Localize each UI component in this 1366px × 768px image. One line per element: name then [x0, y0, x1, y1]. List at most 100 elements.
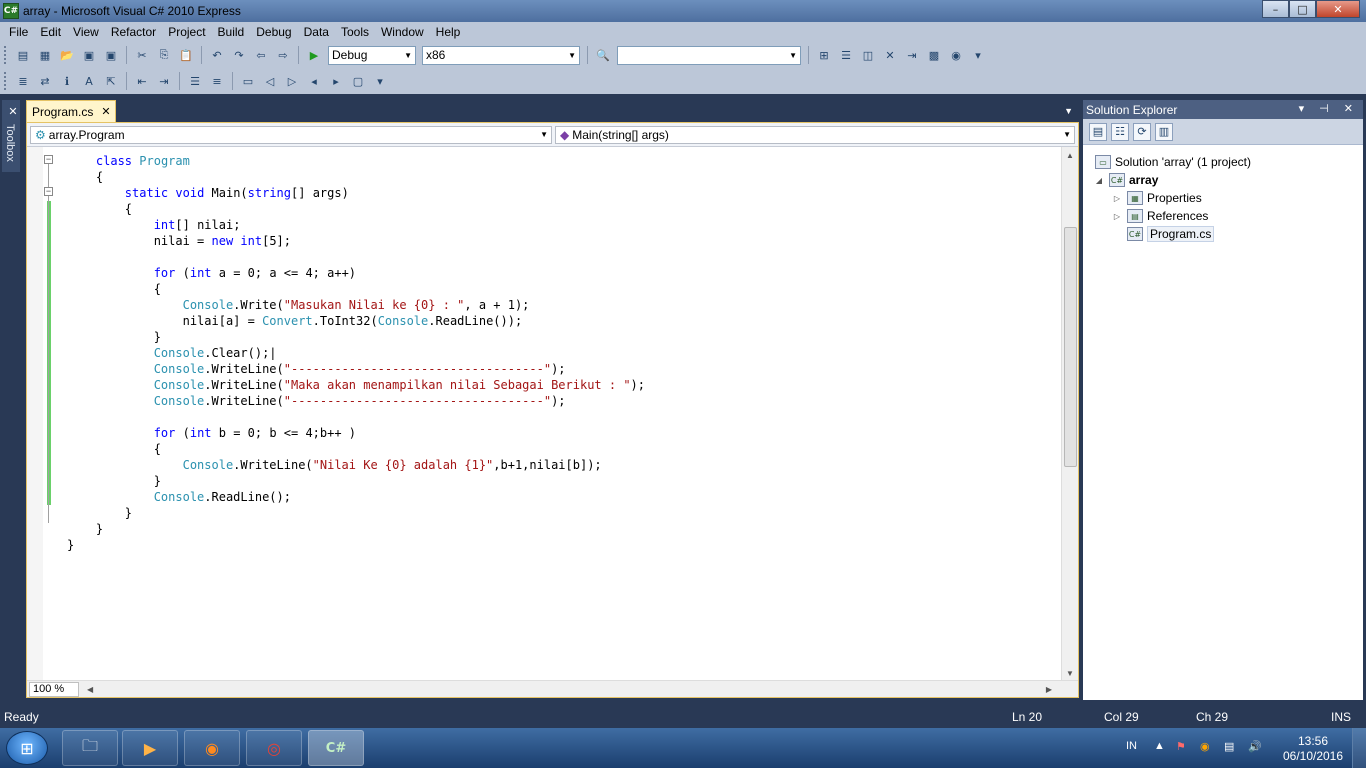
start-debugging-icon[interactable]: ▶ — [305, 46, 323, 64]
vertical-scrollbar[interactable]: ▲ ▼ — [1061, 147, 1078, 680]
taskbar-file-explorer[interactable]: 🗀 — [62, 730, 118, 766]
toolbar-options-icon[interactable]: ▾ — [969, 46, 987, 64]
code-line[interactable]: { — [67, 201, 132, 217]
start-page-icon[interactable]: ⇥ — [903, 46, 921, 64]
minimize-button[interactable]: – — [1262, 0, 1289, 18]
clear-bookmarks-icon[interactable]: ▢ — [349, 72, 367, 90]
output-window-icon[interactable]: ◉ — [947, 46, 965, 64]
tab-program-cs[interactable]: Program.cs ✕ — [26, 100, 116, 122]
input-language[interactable]: IN — [1126, 740, 1137, 768]
tree-node-references[interactable]: ▷ ▤ References — [1111, 207, 1208, 225]
menu-tools[interactable]: Tools — [335, 25, 375, 39]
taskbar-visual-csharp[interactable]: C# — [308, 730, 364, 766]
scroll-up-icon[interactable]: ▲ — [1066, 151, 1074, 160]
code-line[interactable]: static void Main(string[] args) — [67, 185, 349, 201]
expand-arrow-icon[interactable]: ▷ — [1111, 212, 1123, 221]
menu-refactor[interactable]: Refactor — [105, 25, 162, 39]
scroll-left-icon[interactable]: ◀ — [87, 685, 93, 694]
next-bookmark-icon[interactable]: ▷ — [283, 72, 301, 90]
active-files-dropdown-icon[interactable]: ▼ — [1064, 106, 1073, 116]
scroll-down-icon[interactable]: ▼ — [1066, 669, 1074, 678]
code-line[interactable]: Console.WriteLine("---------------------… — [67, 361, 566, 377]
previous-bookmark-icon[interactable]: ◁ — [261, 72, 279, 90]
previous-bookmark-in-folder-icon[interactable]: ◂ — [305, 72, 323, 90]
menu-view[interactable]: View — [67, 25, 105, 39]
tray-app-icon[interactable]: ◉ — [1200, 740, 1210, 768]
menu-edit[interactable]: Edit — [34, 25, 67, 39]
code-line[interactable]: { — [67, 441, 161, 457]
menu-project[interactable]: Project — [162, 25, 211, 39]
close-button[interactable]: ✕ — [1316, 0, 1360, 18]
tree-node-solution[interactable]: ▭ Solution 'array' (1 project) — [1095, 153, 1251, 171]
member-navigation-select[interactable]: ◆ Main(string[] args) ▼ — [555, 126, 1075, 144]
code-line[interactable]: { — [67, 169, 103, 185]
code-text-area[interactable]: class Program { static void Main(string[… — [43, 147, 1061, 680]
cut-icon[interactable]: ✂ — [133, 46, 151, 64]
toolbar-grip[interactable] — [4, 72, 8, 90]
solution-explorer-icon[interactable]: ⊞ — [815, 46, 833, 64]
maximize-button[interactable]: □ — [1289, 0, 1316, 18]
display-parameter-info-icon[interactable]: ⇄ — [36, 72, 54, 90]
scroll-right-icon[interactable]: ▶ — [1046, 685, 1052, 694]
toolbar-options-icon[interactable]: ▾ — [371, 72, 389, 90]
menu-window[interactable]: Window — [375, 25, 430, 39]
increase-indent-icon[interactable]: ⇥ — [155, 72, 173, 90]
find-in-files-icon[interactable]: 🔍 — [594, 46, 612, 64]
type-navigation-select[interactable]: ⚙ array.Program ▼ — [30, 126, 552, 144]
paste-icon[interactable]: 📋 — [177, 46, 195, 64]
show-hidden-icons-icon[interactable]: ▲ — [1154, 740, 1165, 768]
undo-icon[interactable]: ↶ — [208, 46, 226, 64]
volume-icon[interactable]: 🔊 — [1248, 740, 1262, 768]
comment-lines-icon[interactable]: ☰ — [186, 72, 204, 90]
open-file-icon[interactable]: 📂 — [58, 46, 76, 64]
decrease-indent-icon[interactable]: ⇤ — [133, 72, 151, 90]
tree-node-project[interactable]: ◢ C# array — [1093, 171, 1158, 189]
visual-csharp-app-icon[interactable]: C# — [3, 3, 19, 19]
extension-manager-icon[interactable]: ▩ — [925, 46, 943, 64]
save-icon[interactable]: ▣ — [80, 46, 98, 64]
save-all-icon[interactable]: ▣ — [102, 46, 120, 64]
redo-icon[interactable]: ↷ — [230, 46, 248, 64]
menu-build[interactable]: Build — [212, 25, 251, 39]
taskbar-chrome[interactable]: ◎ — [246, 730, 302, 766]
display-word-completion-icon[interactable]: A — [80, 72, 98, 90]
uncomment-lines-icon[interactable]: ≡ — [208, 72, 226, 90]
navigate-forward-icon[interactable]: ⇨ — [274, 46, 292, 64]
display-quick-info-icon[interactable]: ℹ — [58, 72, 76, 90]
code-line[interactable]: for (int b = 0; b <= 4;b++ ) — [67, 425, 356, 441]
code-line[interactable]: class Program — [67, 153, 190, 169]
network-icon[interactable]: ▤ — [1224, 740, 1234, 768]
code-line[interactable]: Console.WriteLine("Maka akan menampilkan… — [67, 377, 645, 393]
show-desktop-button[interactable] — [1352, 728, 1366, 768]
collapse-arrow-icon[interactable]: ◢ — [1093, 176, 1105, 185]
toolbox-icon[interactable]: ✕ — [881, 46, 899, 64]
show-all-files-icon[interactable]: ▤ — [1089, 122, 1107, 141]
taskbar-media-player[interactable]: ▶ — [122, 730, 178, 766]
solution-configuration-select[interactable]: Debug ▼ — [328, 45, 416, 65]
action-center-icon[interactable]: ⚑ — [1176, 740, 1186, 768]
code-line[interactable]: Console.WriteLine("Nilai Ke {0} adalah {… — [67, 457, 602, 473]
panel-window-buttons[interactable]: ▾ ⊣ ✕ — [1299, 102, 1359, 115]
expand-arrow-icon[interactable]: ▷ — [1111, 194, 1123, 203]
code-line[interactable]: } — [67, 329, 161, 345]
new-project-icon[interactable]: ▤ — [14, 46, 32, 64]
start-button[interactable]: ⊞ — [6, 731, 48, 765]
zoom-select[interactable]: 100 % — [29, 681, 79, 697]
copy-icon[interactable]: ⎘ — [155, 46, 173, 64]
toggle-bookmark-icon[interactable]: ▭ — [239, 72, 257, 90]
properties-icon[interactable]: ☷ — [1111, 122, 1129, 141]
refresh-icon[interactable]: ⟳ — [1133, 122, 1151, 141]
code-line[interactable]: nilai = new int[5]; — [67, 233, 291, 249]
find-combo[interactable]: ▼ — [617, 45, 801, 65]
object-browser-icon[interactable]: ◫ — [859, 46, 877, 64]
tree-node-properties[interactable]: ▷ ▦ Properties — [1111, 189, 1202, 207]
view-code-icon[interactable]: ▥ — [1155, 122, 1173, 141]
code-line[interactable]: } — [67, 473, 161, 489]
add-item-icon[interactable]: ▦ — [36, 46, 54, 64]
code-line[interactable]: } — [67, 537, 74, 553]
code-line[interactable]: Console.Write("Masukan Nilai ke {0} : ",… — [67, 297, 530, 313]
menu-debug[interactable]: Debug — [250, 25, 297, 39]
code-line[interactable]: Console.WriteLine("---------------------… — [67, 393, 566, 409]
code-line[interactable]: } — [67, 521, 103, 537]
display-object-member-list-icon[interactable]: ≣ — [14, 72, 32, 90]
